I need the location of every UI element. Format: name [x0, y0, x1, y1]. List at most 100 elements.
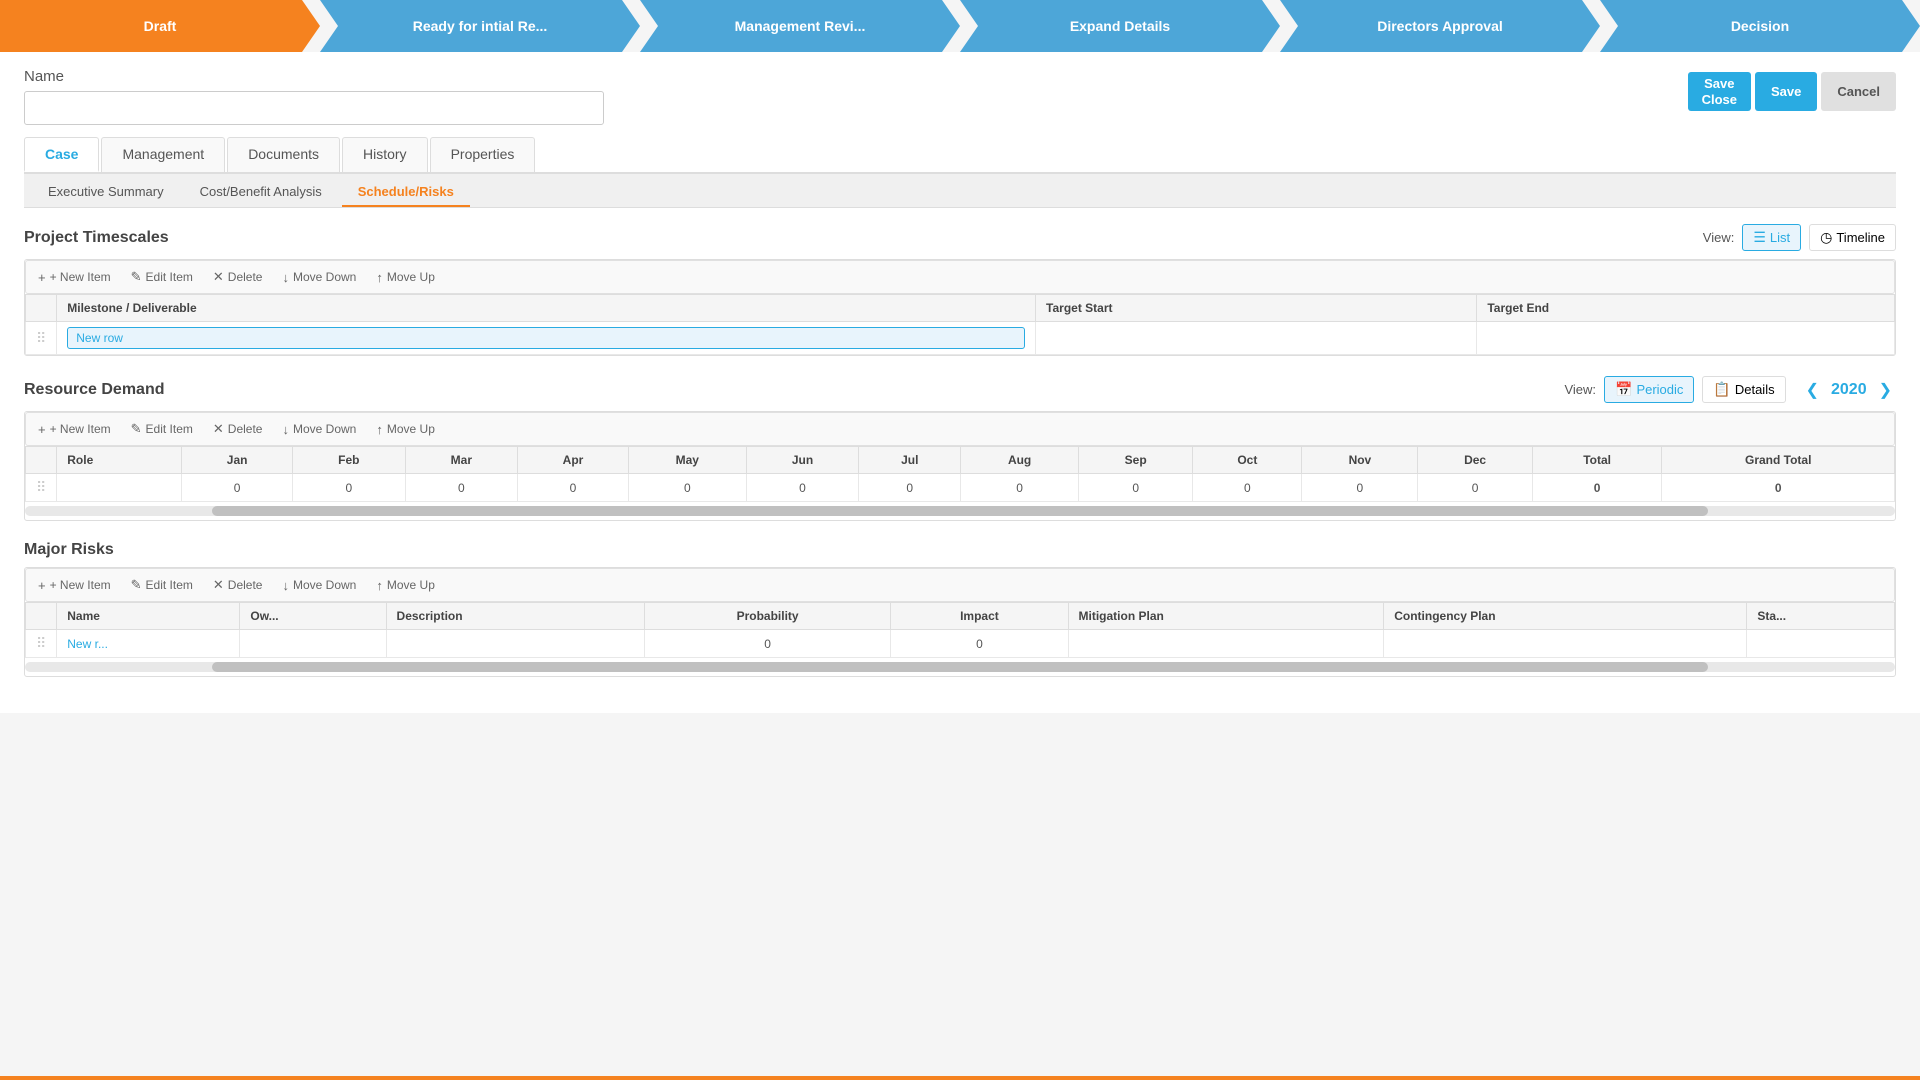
resource-demand-view-toggle: View: 📅 Periodic 📋 Details: [1564, 376, 1785, 403]
project-timescales-table-wrapper: + + New Item ✎ Edit Item ✕ Delete ↓ Move…: [24, 259, 1896, 356]
view-details-button[interactable]: 📋 Details: [1702, 376, 1785, 403]
project-timescales-header: Project Timescales View: ☰ List ◷ Timeli…: [24, 224, 1896, 251]
risks-delete-button[interactable]: ✕ Delete: [209, 575, 267, 595]
delete-icon: ✕: [213, 269, 224, 285]
col-risk-mitigation: Mitigation Plan: [1068, 603, 1384, 630]
table-row: ⠿ New r... 0 0: [26, 630, 1895, 658]
tab-properties[interactable]: Properties: [430, 137, 536, 172]
resource-delete-button[interactable]: ✕ Delete: [209, 419, 267, 439]
drag-handle-r[interactable]: ⠿: [36, 479, 46, 495]
new-icon: +: [38, 270, 46, 285]
workflow-step-directors[interactable]: Directors Approval: [1280, 0, 1600, 52]
year-label: 2020: [1831, 381, 1867, 399]
resource-move-down-button[interactable]: ↓ Move Down: [278, 420, 360, 439]
milestone-input[interactable]: [67, 327, 1025, 349]
name-input[interactable]: [24, 91, 604, 125]
drag-handle[interactable]: ⠿: [36, 330, 46, 346]
risk-impact-cell: 0: [891, 630, 1068, 658]
name-section: Name: [24, 68, 1688, 125]
timescales-delete-button[interactable]: ✕ Delete: [209, 267, 267, 287]
delete-icon-r: ✕: [213, 421, 224, 437]
col-grand-total: Grand Total: [1662, 447, 1895, 474]
col-risk-name: Name: [57, 603, 240, 630]
year-next-button[interactable]: ❯: [1875, 380, 1896, 400]
resource-move-up-button[interactable]: ↑ Move Up: [372, 420, 439, 439]
tab-history[interactable]: History: [342, 137, 428, 172]
project-timescales-title: Project Timescales: [24, 229, 169, 247]
secondary-tabs: Executive Summary Cost/Benefit Analysis …: [24, 174, 1896, 208]
view-timeline-button[interactable]: ◷ Timeline: [1809, 224, 1896, 251]
workflow-step-expand[interactable]: Expand Details: [960, 0, 1280, 52]
name-row: Name Save Close Save Cancel: [24, 68, 1896, 125]
resource-demand-table: Role Jan Feb Mar Apr May Jun Jul Aug Sep…: [25, 446, 1895, 502]
timescales-move-up-button[interactable]: ↑ Move Up: [372, 268, 439, 287]
col-aug: Aug: [961, 447, 1079, 474]
col-dec: Dec: [1418, 447, 1532, 474]
risks-scrollbar-thumb: [212, 662, 1708, 672]
workflow-step-management[interactable]: Management Revi...: [640, 0, 960, 52]
resource-demand-title: Resource Demand: [24, 381, 165, 399]
view-periodic-button[interactable]: 📅 Periodic: [1604, 376, 1694, 403]
move-down-icon-rk: ↓: [282, 578, 289, 593]
tab-schedule-risks[interactable]: Schedule/Risks: [342, 178, 470, 207]
risks-move-down-button[interactable]: ↓ Move Down: [278, 576, 360, 595]
timescales-edit-item-button[interactable]: ✎ Edit Item: [127, 267, 197, 287]
resource-new-item-button[interactable]: + + New Item: [34, 420, 115, 439]
risks-edit-item-button[interactable]: ✎ Edit Item: [127, 575, 197, 595]
major-risks-title: Major Risks: [24, 541, 114, 559]
col-may: May: [628, 447, 746, 474]
tab-cost-benefit[interactable]: Cost/Benefit Analysis: [184, 178, 338, 207]
tab-executive-summary[interactable]: Executive Summary: [32, 178, 180, 207]
major-risks-toolbar: + + New Item ✎ Edit Item ✕ Delete ↓ Move…: [25, 568, 1895, 602]
details-icon: 📋: [1713, 381, 1730, 398]
new-icon-rk: +: [38, 578, 46, 593]
tab-management[interactable]: Management: [101, 137, 225, 172]
col-total: Total: [1532, 447, 1662, 474]
view-list-button[interactable]: ☰ List: [1742, 224, 1801, 251]
major-risks-section: Major Risks + + New Item ✎ Edit Item ✕ D…: [24, 541, 1896, 677]
project-timescales-section: Project Timescales View: ☰ List ◷ Timeli…: [24, 224, 1896, 356]
tab-case[interactable]: Case: [24, 137, 99, 172]
major-risks-scrollbar[interactable]: [25, 662, 1895, 672]
drag-handle-rk[interactable]: ⠿: [36, 635, 46, 651]
new-icon-r: +: [38, 422, 46, 437]
cancel-button[interactable]: Cancel: [1821, 72, 1896, 111]
resource-demand-scrollbar[interactable]: [25, 506, 1895, 516]
col-milestone: Milestone / Deliverable: [57, 295, 1036, 322]
action-buttons: Save Close Save Cancel: [1688, 72, 1896, 111]
resource-edit-item-button[interactable]: ✎ Edit Item: [127, 419, 197, 439]
col-risk-contingency: Contingency Plan: [1384, 603, 1747, 630]
col-role: Role: [57, 447, 182, 474]
major-risks-table: Name Ow... Description Probability Impac…: [25, 602, 1895, 658]
save-close-button[interactable]: Save Close: [1688, 72, 1751, 111]
move-down-icon: ↓: [282, 270, 289, 285]
col-feb: Feb: [293, 447, 406, 474]
move-up-icon-r: ↑: [376, 422, 383, 437]
risks-new-item-button[interactable]: + + New Item: [34, 576, 115, 595]
col-risk-prob: Probability: [644, 603, 890, 630]
col-nov: Nov: [1302, 447, 1418, 474]
risk-prob-cell: 0: [644, 630, 890, 658]
resource-demand-section: Resource Demand View: 📅 Periodic 📋 Detai…: [24, 376, 1896, 521]
resource-demand-header: Resource Demand View: 📅 Periodic 📋 Detai…: [24, 376, 1896, 403]
col-jun: Jun: [746, 447, 859, 474]
edit-icon-rk: ✎: [131, 577, 142, 593]
col-target-start: Target Start: [1036, 295, 1477, 322]
year-prev-button[interactable]: ❮: [1802, 380, 1823, 400]
tab-documents[interactable]: Documents: [227, 137, 340, 172]
timescales-new-item-button[interactable]: + + New Item: [34, 268, 115, 287]
workflow-step-decision[interactable]: Decision: [1600, 0, 1920, 52]
move-down-icon-r: ↓: [282, 422, 289, 437]
name-label: Name: [24, 68, 1688, 85]
risks-move-up-button[interactable]: ↑ Move Up: [372, 576, 439, 595]
year-nav: ❮ 2020 ❯: [1802, 380, 1896, 400]
edit-icon: ✎: [131, 269, 142, 285]
risk-name-cell: New r...: [67, 637, 108, 651]
timescales-move-down-button[interactable]: ↓ Move Down: [278, 268, 360, 287]
scrollbar-thumb: [212, 506, 1708, 516]
workflow-step-ready[interactable]: Ready for intial Re...: [320, 0, 640, 52]
save-button[interactable]: Save: [1755, 72, 1817, 111]
col-jul: Jul: [859, 447, 961, 474]
workflow-step-draft[interactable]: Draft: [0, 0, 320, 52]
bottom-border: [0, 1076, 1920, 1080]
